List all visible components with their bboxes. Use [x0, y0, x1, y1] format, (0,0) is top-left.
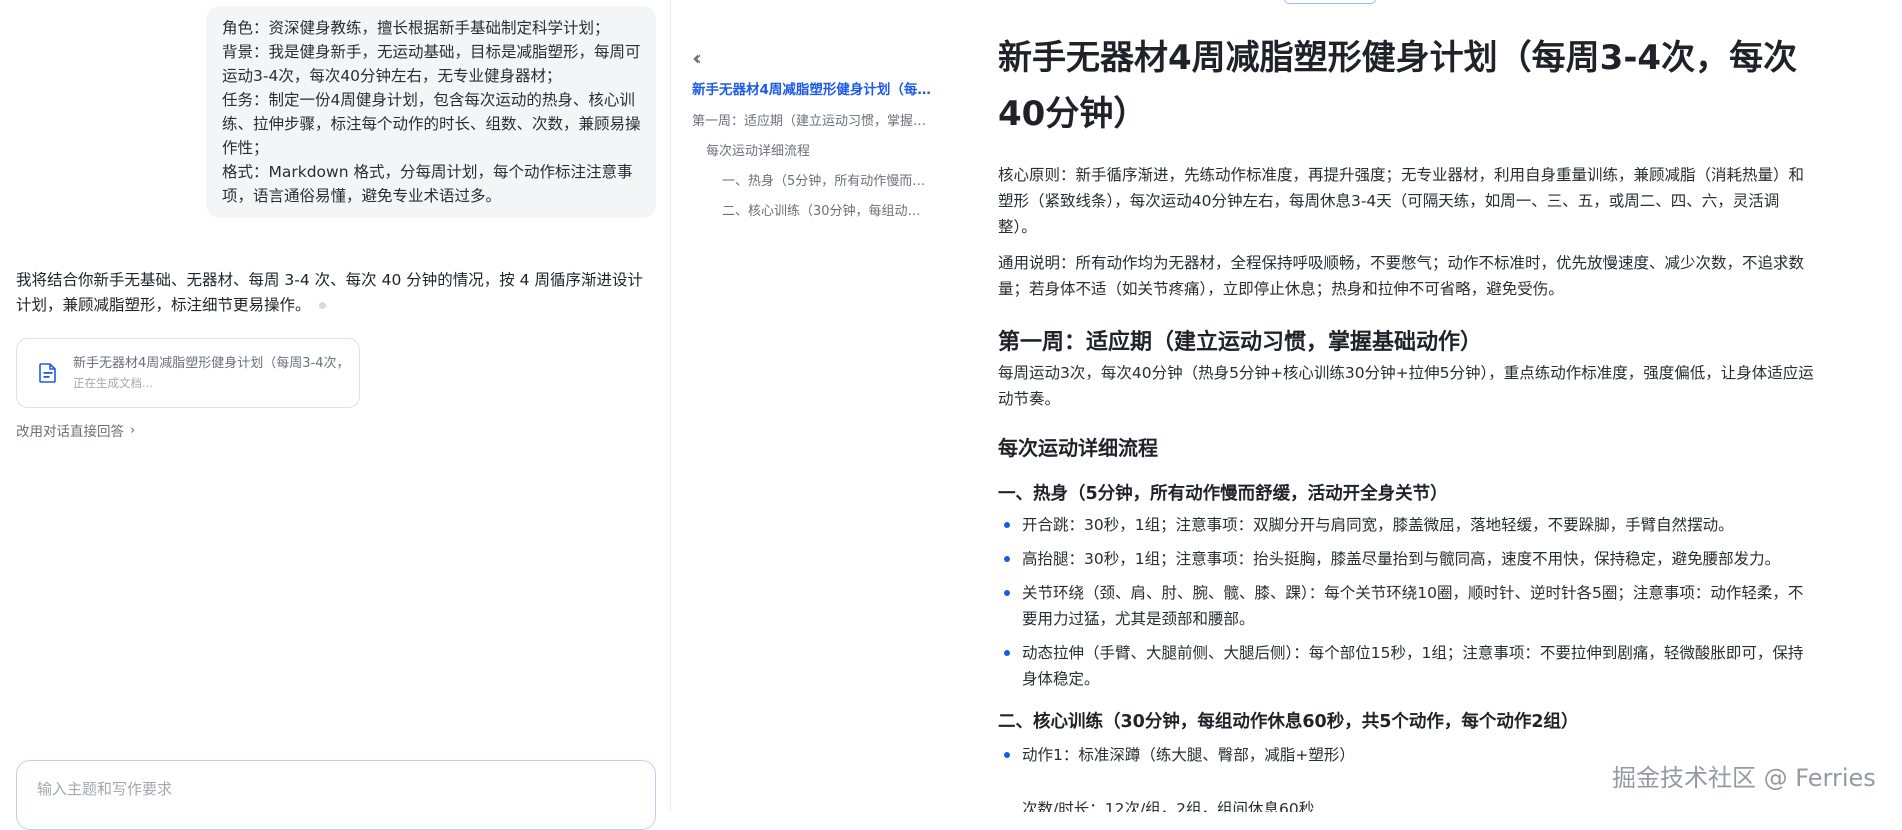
- outline-item-warmup[interactable]: 一、热身（5分钟，所有动作慢而舒缓，活动开全身关节）: [722, 170, 932, 189]
- user-message-line: 格式：Markdown 格式，分每周计划，每个动作标注注意事项，语言通俗易懂，避…: [222, 163, 633, 205]
- list-item: 动态拉伸（手臂、大腿前侧、大腿后侧）：每个部位15秒，1组；注意事项：不要拉伸到…: [998, 640, 1818, 692]
- chevron-right-icon: ›: [130, 422, 136, 438]
- flow-heading: 每次运动详细流程: [998, 436, 1158, 460]
- switch-to-chat-label: 改用对话直接回答: [16, 424, 124, 440]
- list-item-text: 关节环绕（颈、肩、肘、腕、髋、膝、踝）：每个关节环绕10圈，顺时针、逆时针各5圈…: [1022, 584, 1804, 628]
- list-item: 开合跳：30秒，1组；注意事项：双脚分开与肩同宽，膝盖微屈，落地轻缓，不要跺脚，…: [998, 512, 1818, 538]
- outline-item-flow[interactable]: 每次运动详细流程: [706, 140, 932, 159]
- bullet-dot: [1004, 522, 1010, 528]
- document-card-status: 正在生成文档...: [73, 376, 153, 390]
- list-item: 关节环绕（颈、肩、肘、腕、髋、膝、踝）：每个关节环绕10圈，顺时针、逆时针各5圈…: [998, 580, 1818, 632]
- switch-to-chat-link[interactable]: 改用对话直接回答 ›: [16, 420, 136, 441]
- warmup-heading: 一、热身（5分钟，所有动作慢而舒缓，活动开全身关节）: [998, 484, 1448, 504]
- list-item: 高抬腿：30秒，1组；注意事项：抬头挺胸，膝盖尽量抬到与髋同高，速度不用快，保持…: [998, 546, 1818, 572]
- collapse-outline-icon[interactable]: ‹‹: [692, 46, 702, 70]
- bullet-dot: [1004, 556, 1010, 562]
- list-item-text: 开合跳：30秒，1组；注意事项：双脚分开与肩同宽，膝盖微屈，落地轻缓，不要跺脚，…: [1022, 516, 1734, 534]
- core-heading: 二、核心训练（30分钟，每组动作休息60秒，共5个动作，每个动作2组）: [998, 712, 1579, 732]
- bullet-dot: [1004, 590, 1010, 596]
- list-item-text: 动态拉伸（手臂、大腿前侧、大腿后侧）：每个部位15秒，1组；注意事项：不要拉伸到…: [1022, 644, 1804, 688]
- typing-indicator: [318, 302, 326, 309]
- outline-item-week1[interactable]: 第一周：适应期（建立运动习惯，掌握基础动作）: [692, 110, 932, 129]
- user-message-bubble: 角色：资深健身教练，擅长根据新手基础制定科学计划； 背景：我是健身新手，无运动基…: [206, 6, 656, 218]
- user-message-line: 背景：我是健身新手，无运动基础，目标是减脂塑形，每周可运动3-4次，每次40分钟…: [222, 43, 641, 85]
- week1-description: 每周运动3次，每次40分钟（热身5分钟+核心训练30分钟+拉伸5分钟），重点练动…: [998, 364, 1814, 408]
- prompt-input[interactable]: [35, 779, 641, 799]
- assistant-reply-text: 我将结合你新手无基础、无器材、每周 3-4 次、每次 40 分钟的情况，按 4 …: [16, 271, 643, 314]
- outline-item-title[interactable]: 新手无器材4周减脂塑形健身计划（每周3-4次，每次40分钟）: [692, 78, 932, 98]
- user-message-line: 任务：制定一份4周健身计划，包含每次运动的热身、核心训练、拉伸步骤，标注每个动作…: [222, 91, 641, 157]
- bullet-dot: [1004, 650, 1010, 656]
- chat-panel: 角色：资深健身教练，擅长根据新手基础制定科学计划； 背景：我是健身新手，无运动基…: [0, 0, 671, 830]
- user-message-line: 角色：资深健身教练，擅长根据新手基础制定科学计划；: [222, 19, 610, 37]
- general-note: 通用说明：所有动作均为无器材，全程保持呼吸顺畅，不要憋气；动作不标准时，优先放慢…: [998, 254, 1805, 298]
- document-outline: ‹‹ 新手无器材4周减脂塑形健身计划（每周3-4次，每次40分钟） 第一周：适应…: [684, 0, 944, 812]
- list-item-text: 动作1：标准深蹲（练大腿、臀部，减脂+塑形）: [1022, 746, 1355, 764]
- document-icon: [39, 363, 56, 383]
- outline-item-core[interactable]: 二、核心训练（30分钟，每组动作休息60秒，共5个动作，每个动作2组）: [722, 200, 932, 219]
- week1-heading: 第一周：适应期（建立运动习惯，掌握基础动作）: [998, 330, 1483, 355]
- list-item-text: 高抬腿：30秒，1组；注意事项：抬头挺胸，膝盖尽量抬到与髋同高，速度不用快，保持…: [1022, 550, 1781, 568]
- assistant-reply: 我将结合你新手无基础、无器材、每周 3-4 次、每次 40 分钟的情况，按 4 …: [16, 268, 658, 318]
- bullet-dot: [1004, 752, 1010, 758]
- document-card-title: 新手无器材4周减脂塑形健身计划（每周3-4次，每次40分钟）: [73, 356, 343, 371]
- watermark: 掘金技术社区 @ Ferries: [1612, 764, 1876, 792]
- core-sub-detail: 次数/时长：12次/组，2组，组间休息60秒: [1022, 800, 1315, 812]
- prompt-input-box[interactable]: [16, 760, 656, 830]
- document-title: 新手无器材4周减脂塑形健身计划（每周3-4次，每次40分钟）: [998, 38, 1798, 134]
- document-view: 新手无器材4周减脂塑形健身计划（每周3-4次，每次40分钟） 核心原则：新手循序…: [998, 0, 1828, 812]
- generated-document-card[interactable]: 新手无器材4周减脂塑形健身计划（每周3-4次，每次40分钟） 正在生成文档...: [16, 338, 360, 408]
- core-principle: 核心原则：新手循序渐进，先练动作标准度，再提升强度；无专业器材，利用自身重量训练…: [998, 166, 1805, 236]
